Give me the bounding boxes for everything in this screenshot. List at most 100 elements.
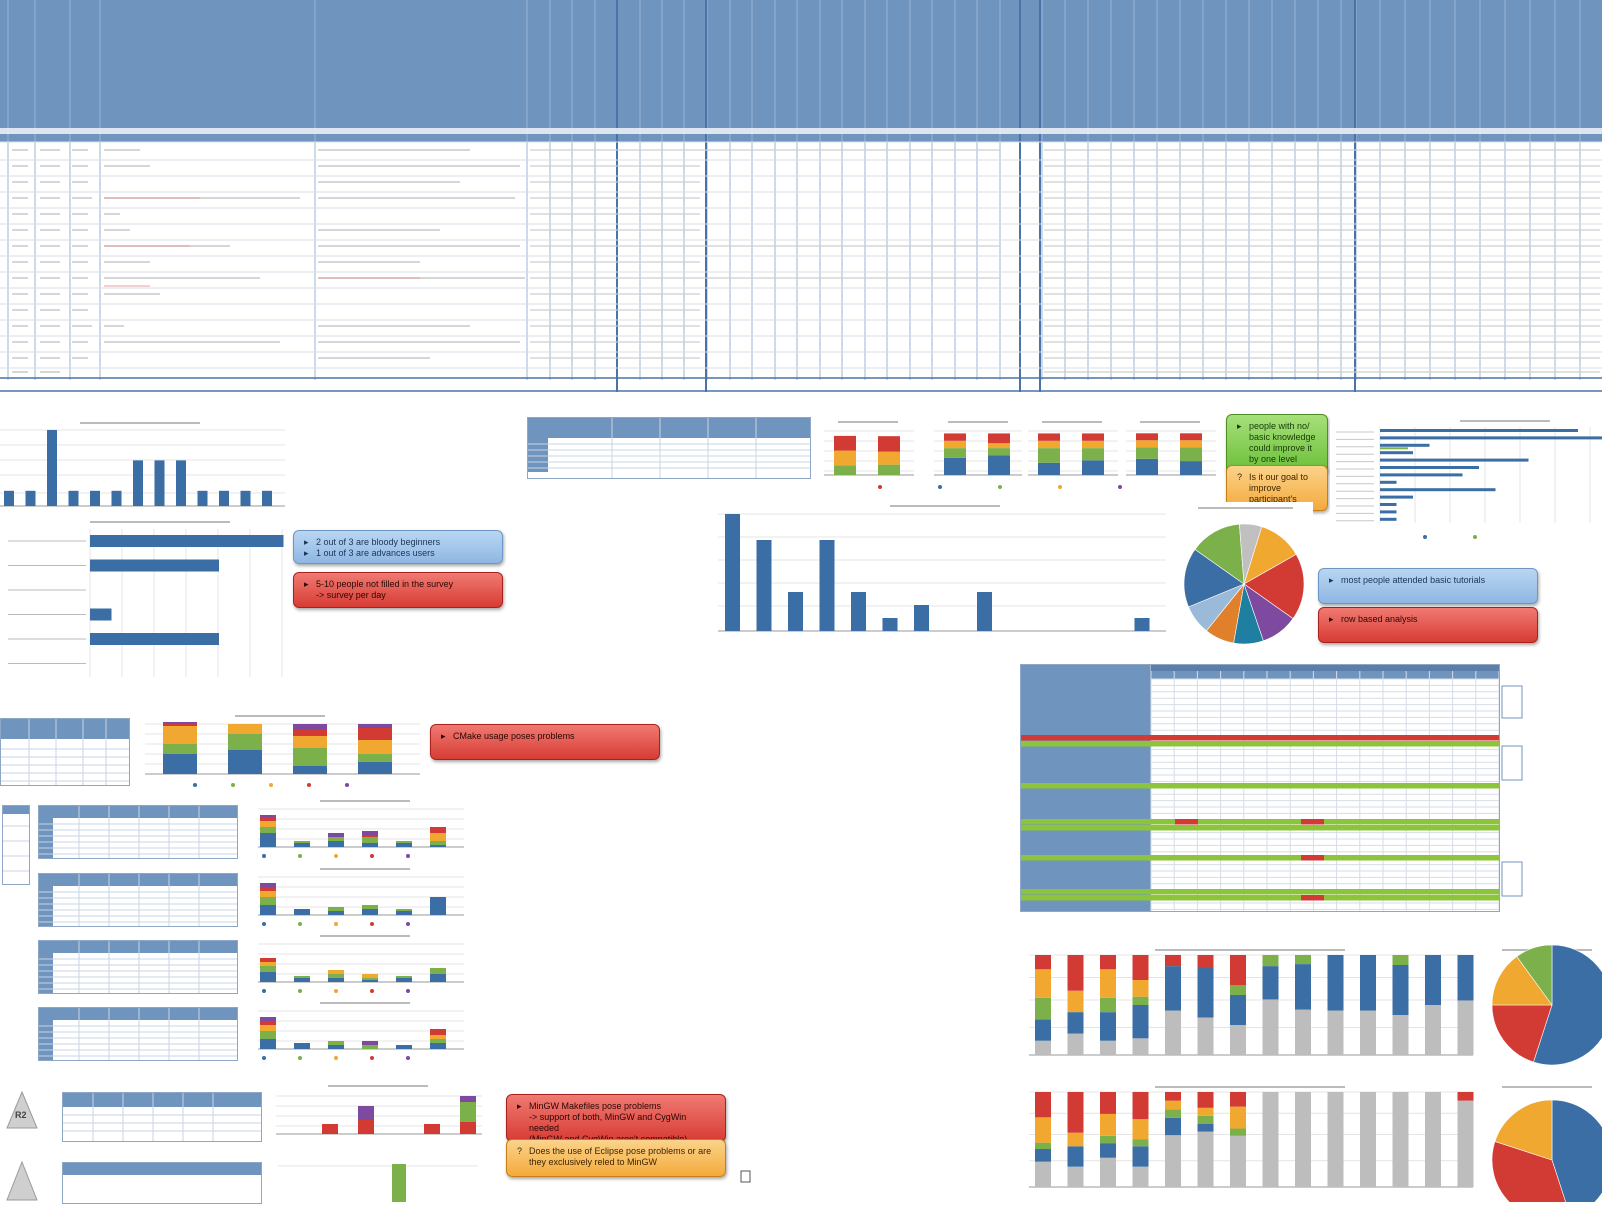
stack-segment bbox=[1100, 1135, 1116, 1144]
rating-after-chart[interactable] bbox=[1015, 1082, 1477, 1202]
stack-segment bbox=[1230, 1128, 1246, 1136]
stack-segment bbox=[834, 435, 856, 451]
experience-table[interactable] bbox=[527, 417, 811, 479]
bar bbox=[133, 460, 143, 506]
matrix-row-highlight bbox=[1021, 783, 1499, 789]
stack-segment bbox=[1132, 980, 1149, 997]
stack-segment bbox=[1230, 955, 1246, 985]
stack-segment bbox=[260, 966, 276, 972]
stack-segment bbox=[944, 440, 966, 449]
bar bbox=[154, 460, 165, 506]
stack-segment bbox=[944, 457, 966, 475]
stack-segment bbox=[430, 827, 446, 833]
mac-install-table[interactable] bbox=[62, 1162, 262, 1204]
stack-segment bbox=[358, 762, 392, 774]
os-install-table-grid bbox=[39, 874, 237, 926]
legend-swatch bbox=[370, 854, 374, 858]
stack-segment bbox=[328, 911, 344, 915]
stack-segment bbox=[1035, 1142, 1051, 1149]
mac-install-chart[interactable] bbox=[268, 1152, 486, 1202]
stack-segment bbox=[294, 976, 310, 978]
os-install-table[interactable] bbox=[38, 873, 238, 927]
os-install-table-grid bbox=[39, 941, 237, 993]
tutorials-useful-chart[interactable] bbox=[1330, 415, 1602, 545]
rating-before-chart[interactable] bbox=[1015, 945, 1477, 1070]
stack-segment bbox=[260, 897, 276, 905]
mingw-line-2: -> support of both, MinGW and CygWin nee… bbox=[529, 1112, 687, 1133]
stack-segment bbox=[1082, 433, 1104, 441]
side-table[interactable] bbox=[2, 805, 30, 885]
difficulty-summary-table[interactable] bbox=[0, 718, 130, 786]
os-install-chart[interactable] bbox=[250, 932, 468, 996]
legend-swatch bbox=[1118, 485, 1122, 489]
stack-segment bbox=[260, 1021, 276, 1025]
stack-segment bbox=[1180, 461, 1202, 475]
os-install-chart[interactable] bbox=[250, 999, 468, 1063]
mingw-line-1: MinGW Makefiles pose problems bbox=[529, 1101, 662, 1111]
tutorials-worked-chart[interactable] bbox=[700, 500, 1170, 648]
stack-segment bbox=[1132, 1038, 1149, 1055]
stack-segment bbox=[328, 978, 344, 982]
stack-segment bbox=[1262, 955, 1279, 967]
tutorials-pie-chart[interactable] bbox=[1178, 502, 1313, 650]
tutorial-matrix-table[interactable] bbox=[1020, 664, 1500, 912]
bar bbox=[1380, 443, 1430, 447]
os-install-table[interactable] bbox=[38, 805, 238, 859]
os-install-table[interactable] bbox=[38, 1007, 238, 1061]
os-install-chart[interactable] bbox=[250, 797, 468, 861]
stack-segment bbox=[358, 1106, 374, 1120]
stack-segment bbox=[260, 905, 276, 915]
stack-segment bbox=[1100, 955, 1116, 970]
tutorials-callout: ▸ most people attended basic tutorials bbox=[1318, 568, 1538, 604]
r2-label: R2 bbox=[15, 1110, 27, 1120]
install-difficulty-chart-svg bbox=[145, 715, 420, 787]
stack-segment bbox=[358, 1120, 374, 1134]
stack-segment bbox=[1067, 990, 1084, 1013]
stack-segment bbox=[1038, 433, 1060, 441]
stack-segment bbox=[1165, 1092, 1181, 1101]
stack-segment bbox=[1360, 1092, 1376, 1187]
stack-segment bbox=[430, 1029, 446, 1035]
stack-segment bbox=[1425, 1092, 1441, 1187]
applications-chart[interactable] bbox=[0, 415, 290, 510]
experience-legend bbox=[874, 483, 1174, 491]
stack-segment bbox=[293, 736, 327, 748]
stack-segment bbox=[1230, 1106, 1246, 1129]
legend-swatch bbox=[1423, 535, 1427, 539]
stack-segment bbox=[1100, 1143, 1116, 1158]
stack-segment bbox=[430, 1039, 446, 1043]
matrix-row-highlight bbox=[1021, 889, 1499, 895]
bar bbox=[914, 605, 929, 631]
rating-after-pie[interactable] bbox=[1482, 1082, 1602, 1205]
rating-before-pie[interactable] bbox=[1482, 944, 1602, 1070]
stack-segment bbox=[1082, 460, 1104, 475]
stack-segment bbox=[834, 465, 856, 475]
stack-segment bbox=[293, 730, 327, 736]
legend-swatch bbox=[406, 989, 410, 993]
stack-segment bbox=[1295, 1009, 1311, 1055]
spreadsheet-grid bbox=[0, 0, 1602, 392]
stack-segment bbox=[396, 843, 412, 847]
stack-segment bbox=[1132, 1092, 1149, 1120]
stack-segment bbox=[260, 891, 276, 897]
stack-segment bbox=[1180, 440, 1202, 448]
os-install-table[interactable] bbox=[38, 940, 238, 994]
stack-segment bbox=[294, 909, 310, 915]
rating-after-chart-svg bbox=[1029, 1086, 1474, 1188]
bar bbox=[882, 618, 898, 631]
spreadsheet-sheet[interactable] bbox=[0, 0, 1602, 395]
stack-segment bbox=[163, 754, 197, 774]
legend-swatch bbox=[298, 854, 302, 858]
stack-segment bbox=[260, 883, 276, 887]
os-install-chart[interactable] bbox=[250, 865, 468, 929]
rowbased-callout: ▸ row based analysis bbox=[1318, 607, 1538, 643]
windows-install-table[interactable] bbox=[62, 1092, 262, 1142]
bar bbox=[1380, 510, 1397, 514]
matrix-cell-red bbox=[1175, 819, 1198, 825]
experience-horizontal-chart[interactable] bbox=[0, 517, 290, 687]
r3-badge-triangle bbox=[6, 1160, 38, 1201]
stack-segment bbox=[1082, 448, 1104, 461]
stack-segment bbox=[1392, 955, 1409, 965]
install-difficulty-chart[interactable] bbox=[135, 712, 425, 792]
windows-install-chart[interactable] bbox=[268, 1082, 486, 1146]
